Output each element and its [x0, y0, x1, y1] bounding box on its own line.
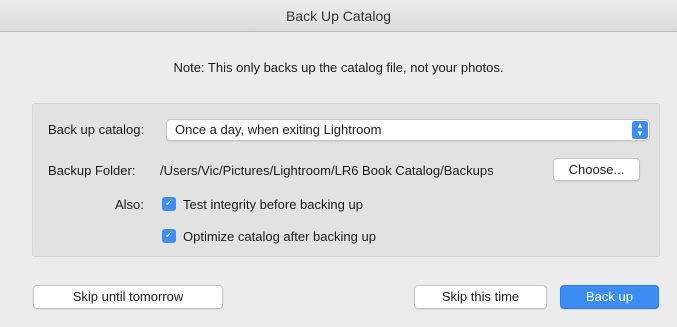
checkmark-icon: ✓	[164, 198, 174, 209]
note-text: Note: This only backs up the catalog fil…	[173, 60, 504, 75]
choose-folder-label: Choose...	[568, 162, 625, 177]
skip-until-tomorrow-button[interactable]: Skip until tomorrow	[33, 285, 223, 309]
backup-folder-label: Backup Folder:	[48, 163, 136, 178]
optimize-catalog-label: Optimize catalog after backing up	[183, 229, 376, 244]
backup-catalog-dialog: Back Up Catalog Note: This only backs up…	[0, 0, 677, 327]
skip-until-tomorrow-label: Skip until tomorrow	[72, 289, 184, 304]
title-bar: Back Up Catalog	[0, 0, 677, 32]
back-up-button[interactable]: Back up	[560, 285, 659, 309]
backup-catalog-label: Back up catalog:	[48, 122, 145, 137]
test-integrity-checkbox[interactable]: ✓	[162, 197, 176, 211]
optimize-catalog-checkbox[interactable]: ✓	[162, 229, 176, 243]
choose-folder-button[interactable]: Choose...	[553, 158, 640, 181]
window-title: Back Up Catalog	[285, 7, 392, 24]
checkmark-icon: ✓	[164, 230, 174, 241]
test-integrity-label: Test integrity before backing up	[183, 197, 363, 212]
back-up-label: Back up	[586, 289, 633, 304]
backup-folder-path: /Users/Vic/Pictures/Lightroom/LR6 Book C…	[160, 163, 494, 178]
skip-this-time-button[interactable]: Skip this time	[414, 285, 547, 309]
skip-this-time-label: Skip this time	[441, 289, 520, 304]
select-arrows-icon: ▲ ▼	[632, 121, 648, 139]
backup-frequency-select[interactable]: Once a day, when exiting Lightroom ▲ ▼	[166, 119, 650, 141]
also-label: Also:	[115, 197, 144, 212]
backup-frequency-value: Once a day, when exiting Lightroom	[175, 122, 382, 137]
